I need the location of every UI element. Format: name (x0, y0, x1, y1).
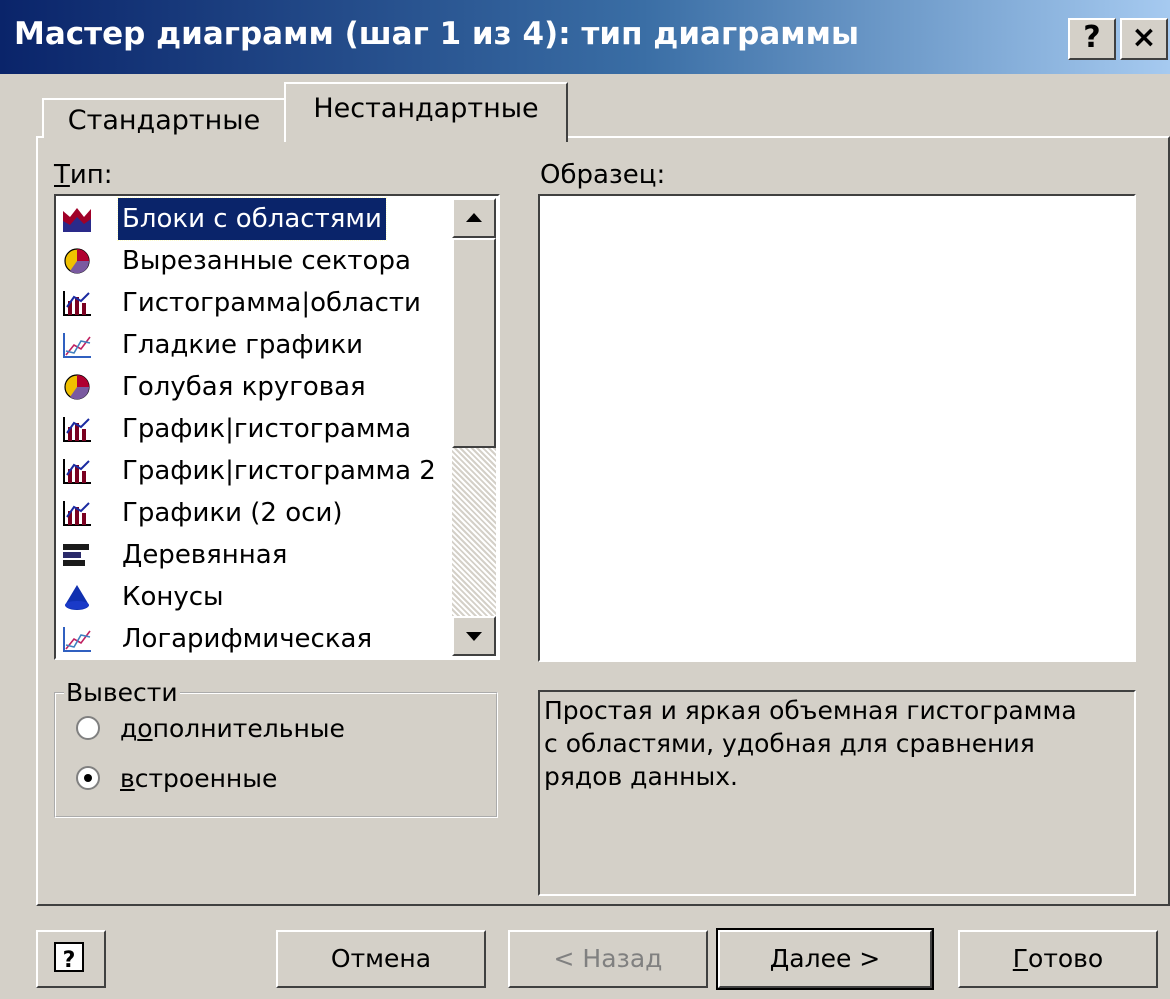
back-button[interactable]: < Назад (508, 930, 708, 988)
bar-line-icon (63, 501, 91, 526)
radio-builtin[interactable] (76, 766, 100, 790)
list-item-label: Гладкие графики (122, 330, 364, 360)
title-bar[interactable]: Мастер диаграмм (шаг 1 из 4): тип диагра… (0, 0, 1170, 74)
cancel-button[interactable]: Отмена (276, 930, 486, 988)
sample-preview (538, 194, 1136, 662)
list-item-label: Конусы (122, 582, 224, 612)
arrow-up-icon (466, 213, 482, 222)
title-close-button[interactable]: × (1120, 18, 1168, 60)
radio-additional[interactable] (76, 716, 100, 740)
radio-additional-label[interactable]: дополнительные (120, 714, 345, 743)
arrow-down-icon (466, 632, 482, 641)
list-item-label: Голубая круговая (122, 372, 366, 402)
radio-builtin-label[interactable]: встроенные (120, 764, 277, 793)
pie-icon (64, 374, 90, 400)
scroll-up-button[interactable] (452, 198, 496, 238)
list-item-label: График|гистограмма 2 (122, 456, 436, 486)
help-button[interactable]: ? (36, 930, 106, 988)
list-item[interactable]: График|гистограмма 2 (60, 450, 452, 492)
output-groupbox (54, 692, 498, 818)
list-item[interactable]: Гладкие графики (60, 324, 452, 366)
scroll-down-button[interactable] (452, 616, 496, 656)
list-item-label: Вырезанные сектора (122, 246, 411, 276)
radio-selected-dot (84, 774, 92, 782)
sample-label: Образец: (540, 160, 666, 190)
list-item[interactable]: Деревянная (60, 534, 452, 576)
list-item[interactable]: Блоки с областями (60, 197, 452, 241)
help-icon: ? (54, 942, 84, 973)
line-icon (63, 627, 91, 652)
cone-icon (65, 585, 89, 610)
window-title: Мастер диаграмм (шаг 1 из 4): тип диагра… (14, 16, 859, 52)
horizontal-bars-icon (63, 544, 89, 566)
pie-icon (64, 248, 90, 274)
list-item-label: Блоки с областями (117, 197, 387, 241)
finish-button[interactable]: Готово (958, 930, 1158, 988)
list-item[interactable]: Голубая круговая (60, 366, 452, 408)
bar-line-icon (63, 459, 91, 484)
next-button[interactable]: Далее > (716, 928, 934, 990)
tab-standard[interactable]: Стандартные (42, 98, 286, 138)
line-icon (63, 333, 91, 358)
list-item-label: График|гистограмма (122, 414, 412, 444)
list-item-label: Логарифмическая (122, 624, 373, 654)
chart-type-list[interactable]: Блоки с областями Вырезанные сектора Гис… (54, 194, 500, 660)
title-help-button[interactable]: ? (1068, 18, 1116, 60)
output-group-title: Вывести (64, 678, 180, 707)
area-blocks-icon (63, 208, 91, 232)
svg-text:?: ? (63, 948, 76, 973)
list-item-label: Графики (2 оси) (122, 498, 343, 528)
bar-line-icon (63, 417, 91, 442)
list-item[interactable]: Вырезанные сектора (60, 240, 452, 282)
scroll-thumb[interactable] (452, 238, 496, 448)
list-item[interactable]: Гистограмма|области (60, 282, 452, 324)
bar-line-icon (63, 291, 91, 316)
list-item[interactable]: Конусы (60, 576, 452, 618)
list-item-label: Гистограмма|области (122, 288, 421, 318)
list-scrollbar[interactable] (452, 198, 496, 656)
type-label: Тип: (54, 160, 113, 190)
list-item-label: Деревянная (122, 540, 288, 570)
chart-description: Простая и яркая объемная гистограмма с о… (538, 690, 1136, 896)
list-item[interactable]: Логарифмическая (60, 618, 452, 658)
tab-custom[interactable]: Нестандартные (284, 82, 568, 142)
list-item[interactable]: Графики (2 оси) (60, 492, 452, 534)
list-item[interactable]: График|гистограмма (60, 408, 452, 450)
